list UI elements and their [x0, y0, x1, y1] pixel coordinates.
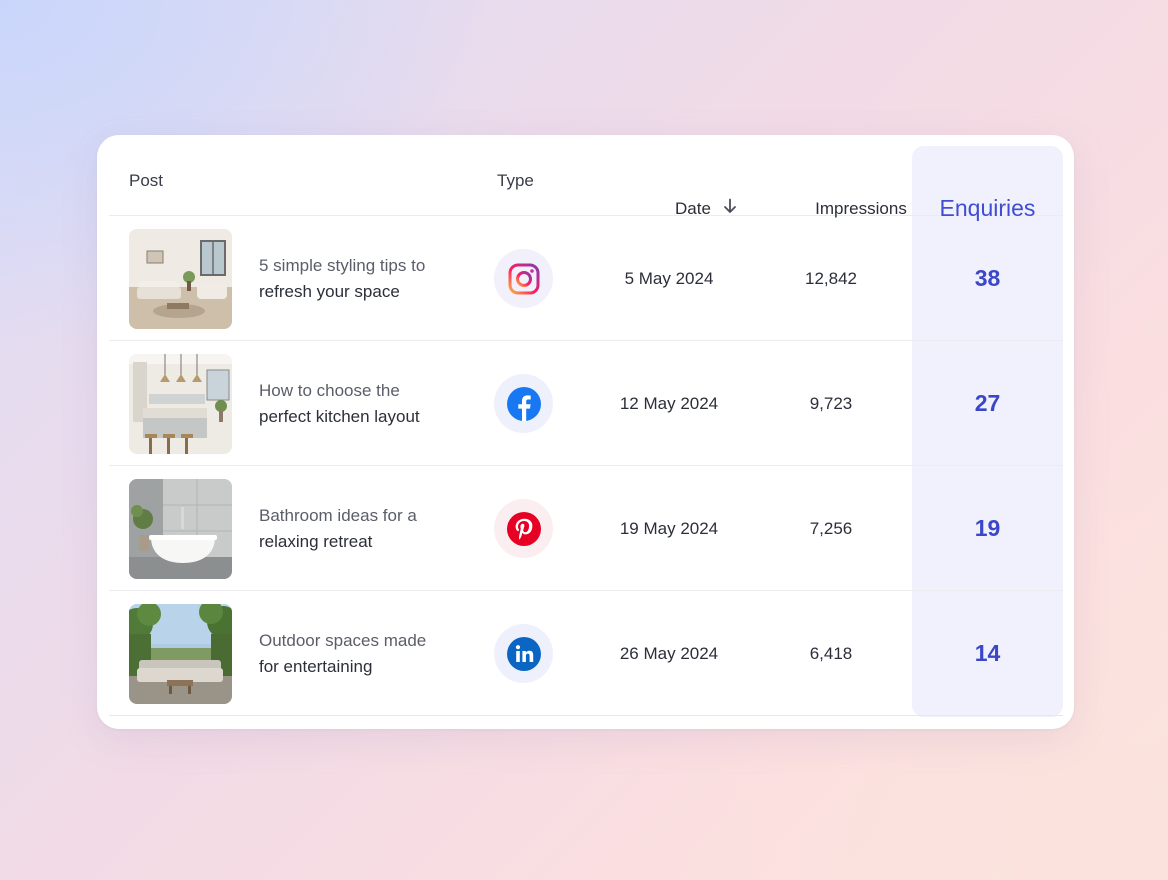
post-title-line2: relaxing retreat [259, 531, 373, 551]
post-impressions: 6,418 [809, 643, 853, 663]
post-impressions: 12,842 [805, 268, 857, 288]
table-row[interactable]: Bathroom ideas for a relaxing retreat 19… [109, 466, 1063, 591]
post-enquiries: 19 [974, 515, 1001, 541]
linkedin-icon [494, 624, 553, 683]
post-enquiries: 38 [974, 265, 1001, 291]
post-title[interactable]: Bathroom ideas for a relaxing retreat [259, 466, 417, 591]
post-date: 5 May 2024 [624, 268, 714, 288]
post-impressions: 7,256 [809, 518, 853, 538]
post-title-line2: perfect kitchen layout [259, 406, 420, 426]
post-title-line1: Outdoor spaces made [259, 630, 427, 650]
post-title[interactable]: 5 simple styling tips to refresh your sp… [259, 216, 425, 341]
post-date: 12 May 2024 [619, 393, 719, 413]
table-header: Post Type Date Impressions Enquiries [109, 146, 1063, 221]
post-enquiries: 27 [974, 390, 1001, 416]
column-header-type: Type [497, 171, 534, 190]
outdoor-patio-thumbnail [129, 604, 232, 704]
table-row[interactable]: Outdoor spaces made for entertaining 26 … [109, 591, 1063, 716]
pinterest-icon [494, 499, 553, 558]
kitchen-thumbnail [129, 354, 232, 454]
table-row[interactable]: How to choose the perfect kitchen layout… [109, 341, 1063, 466]
post-title-line2: refresh your space [259, 281, 400, 301]
post-enquiries: 14 [974, 640, 1001, 666]
post-impressions: 9,723 [809, 393, 853, 413]
post-title[interactable]: Outdoor spaces made for entertaining [259, 591, 426, 716]
post-title-line1: How to choose the [259, 380, 400, 400]
posts-table-card: Post Type Date Impressions Enquiries 5 s… [97, 135, 1074, 729]
bathroom-thumbnail [129, 479, 232, 579]
post-title-line1: Bathroom ideas for a [259, 505, 417, 525]
instagram-icon [494, 249, 553, 308]
living-room-thumbnail [129, 229, 232, 329]
post-title-line2: for entertaining [259, 656, 373, 676]
column-header-post: Post [129, 171, 164, 190]
post-date: 26 May 2024 [619, 643, 719, 663]
table-row[interactable]: 5 simple styling tips to refresh your sp… [109, 216, 1063, 341]
post-title-line1: 5 simple styling tips to [259, 255, 426, 275]
post-date: 19 May 2024 [619, 518, 719, 538]
post-title[interactable]: How to choose the perfect kitchen layout [259, 341, 420, 466]
facebook-icon [494, 374, 553, 433]
